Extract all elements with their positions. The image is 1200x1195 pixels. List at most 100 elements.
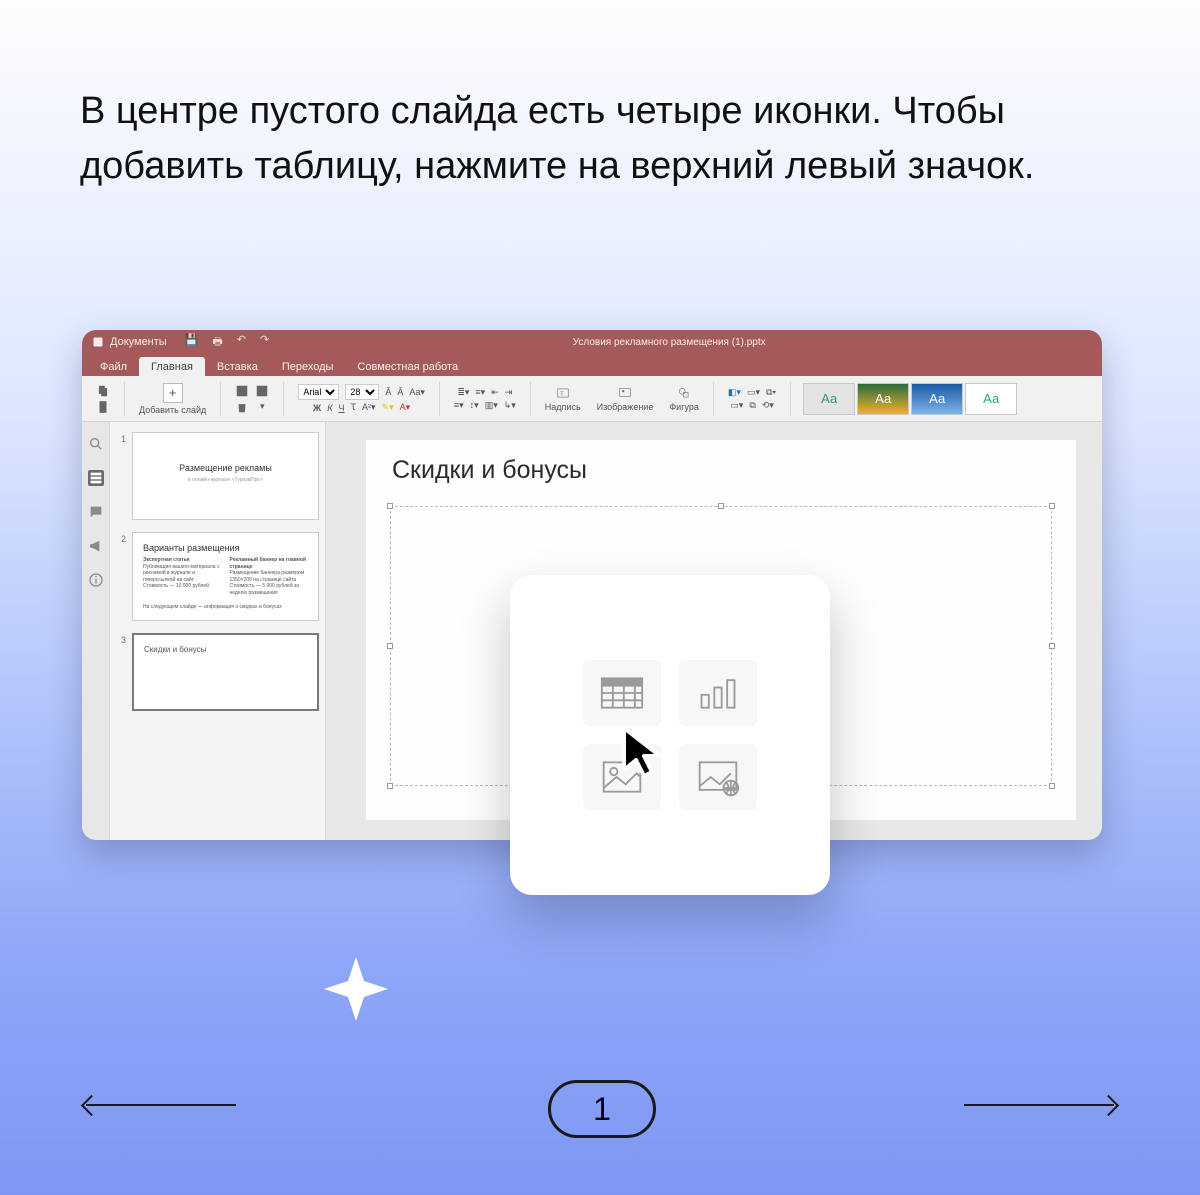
increase-font-icon[interactable]: Â bbox=[385, 387, 391, 397]
resize-handle[interactable] bbox=[387, 783, 393, 789]
ribbon: + Добавить слайд ▾ Arial 28 Â Ă Aa▾ bbox=[82, 376, 1102, 422]
resize-handle[interactable] bbox=[387, 643, 393, 649]
align-obj-icon[interactable]: ⧉▾ bbox=[766, 387, 776, 398]
menu-transitions[interactable]: Переходы bbox=[270, 357, 346, 376]
arrange-icon[interactable]: ▭▾ bbox=[747, 387, 760, 398]
thumbnails-panel: 1 Размещение рекламы в онлайн-журнале «Т… bbox=[110, 422, 326, 840]
separator bbox=[713, 382, 714, 416]
menu-home[interactable]: Главная bbox=[139, 357, 205, 376]
bullets-icon[interactable]: ≣▾ bbox=[457, 387, 469, 398]
indent-inc-icon[interactable]: ⇥ bbox=[505, 387, 513, 398]
chart-icon bbox=[696, 673, 740, 713]
insert-table-button[interactable] bbox=[583, 660, 661, 726]
menubar: Файл Главная Вставка Переходы Совместная… bbox=[82, 354, 1102, 376]
ribbon-add-slide[interactable]: + Добавить слайд bbox=[133, 381, 212, 417]
superscript-icon[interactable]: A²▾ bbox=[362, 402, 376, 413]
ribbon-image[interactable]: Изображение bbox=[591, 384, 660, 414]
sparkle-icon bbox=[320, 953, 392, 1025]
thumb-col-header: Экспертная статья bbox=[143, 557, 190, 563]
ribbon-shape[interactable]: Фигура bbox=[663, 384, 705, 414]
change-case-icon[interactable]: Aa▾ bbox=[409, 387, 425, 398]
numbering-icon[interactable]: ≡▾ bbox=[475, 387, 485, 398]
ribbon-textbox[interactable]: T Надпись bbox=[539, 384, 587, 414]
resize-handle[interactable] bbox=[1049, 503, 1055, 509]
textbox-icon: T bbox=[556, 386, 570, 400]
menu-insert[interactable]: Вставка bbox=[205, 357, 270, 376]
theme-option-2[interactable]: Аа bbox=[857, 383, 909, 415]
thumb-col-body: Публикация вашего материала с рекламой в… bbox=[143, 564, 219, 583]
font-color-icon[interactable]: A▾ bbox=[400, 402, 411, 413]
quick-access-toolbar: 💾 🖶 ↶ ↷ bbox=[185, 333, 270, 352]
thumb-col-header: Рекламный баннер на главной странице bbox=[230, 557, 306, 570]
menu-collab[interactable]: Совместная работа bbox=[345, 357, 470, 376]
shape-icon bbox=[677, 386, 691, 400]
undo-icon[interactable]: ↶ bbox=[237, 333, 246, 352]
ribbon-paragraph: ≣▾ ≡▾ ⇤ ⇥ ≡▾ ↕▾ ▥▾ ↳▾ bbox=[448, 385, 522, 413]
indent-dec-icon[interactable]: ⇤ bbox=[491, 387, 499, 398]
bold-button[interactable]: Ж bbox=[313, 403, 321, 413]
theme-option-4[interactable]: Аа bbox=[965, 383, 1017, 415]
app-brand: Документы bbox=[92, 336, 167, 348]
trash-icon[interactable] bbox=[235, 400, 249, 414]
ribbon-layout-group: ▾ bbox=[229, 382, 275, 416]
rotate-icon[interactable]: ⟲▾ bbox=[762, 400, 774, 411]
ribbon-fill-group: ◧▾ ▭▾ ⧉▾ ▭▾ ⧉ ⟲▾ bbox=[722, 385, 782, 413]
side-rail bbox=[82, 422, 110, 840]
info-icon[interactable] bbox=[88, 572, 104, 588]
image-label: Изображение bbox=[597, 402, 654, 412]
svg-text:T: T bbox=[560, 391, 564, 397]
font-size-select[interactable]: 28 bbox=[345, 384, 379, 400]
save-icon[interactable]: 💾 bbox=[185, 333, 199, 352]
slide-title[interactable]: Скидки и бонусы bbox=[392, 456, 587, 485]
resize-handle[interactable] bbox=[1049, 783, 1055, 789]
redo-icon[interactable]: ↷ bbox=[260, 333, 269, 352]
print-icon[interactable]: 🖶 bbox=[212, 333, 222, 352]
app-icon bbox=[92, 336, 104, 348]
thumb-col-body: Размещение баннера размером 1350×200 на … bbox=[230, 570, 305, 583]
separator bbox=[220, 382, 221, 416]
online-image-icon bbox=[696, 757, 740, 797]
line-spacing-icon[interactable]: ↕▾ bbox=[470, 400, 479, 411]
group-icon[interactable]: ⧉ bbox=[749, 400, 755, 411]
columns-icon[interactable]: ▥▾ bbox=[485, 400, 498, 411]
font-family-select[interactable]: Arial bbox=[298, 384, 339, 400]
insert-online-image-button[interactable] bbox=[679, 744, 757, 810]
layout-icon[interactable] bbox=[235, 384, 249, 398]
paste-icon[interactable] bbox=[96, 400, 110, 414]
text-direction-icon[interactable]: ↳▾ bbox=[504, 400, 516, 411]
add-slide-icon[interactable]: + bbox=[163, 383, 183, 403]
theme-option-3[interactable]: Аа bbox=[911, 383, 963, 415]
thumbnail-1[interactable]: 1 Размещение рекламы в онлайн-журнале «Т… bbox=[116, 432, 319, 520]
next-arrow[interactable] bbox=[964, 1104, 1114, 1106]
thumbnail-2[interactable]: 2 Варианты размещения Экспертная статья … bbox=[116, 532, 319, 621]
theme-option-1[interactable]: Аа bbox=[803, 383, 855, 415]
thumb-subtitle: в онлайн-журнале «ТуризмПро» bbox=[143, 477, 308, 483]
decrease-font-icon[interactable]: Ă bbox=[397, 387, 403, 397]
align-icon[interactable]: ≡▾ bbox=[454, 400, 464, 411]
search-icon[interactable] bbox=[88, 436, 104, 452]
insert-chart-button[interactable] bbox=[679, 660, 757, 726]
resize-handle[interactable] bbox=[718, 503, 724, 509]
strike-button[interactable]: Ꚍ bbox=[351, 402, 357, 413]
textbox-label: Надпись bbox=[545, 402, 581, 412]
fill-color-icon[interactable]: ◧▾ bbox=[728, 387, 741, 398]
add-slide-label: Добавить слайд bbox=[139, 405, 206, 415]
highlight-icon[interactable]: ✎▾ bbox=[382, 402, 394, 413]
resize-handle[interactable] bbox=[387, 503, 393, 509]
italic-button[interactable]: К bbox=[327, 403, 332, 413]
menu-file[interactable]: Файл bbox=[88, 357, 139, 376]
thumb-title: Размещение рекламы bbox=[143, 463, 308, 473]
prev-arrow[interactable] bbox=[86, 1104, 236, 1106]
comments-icon[interactable] bbox=[88, 504, 104, 520]
feedback-icon[interactable] bbox=[88, 538, 104, 554]
outline-icon[interactable]: ▭▾ bbox=[730, 400, 743, 411]
crop-icon[interactable]: ▾ bbox=[255, 400, 269, 414]
thumb-number: 3 bbox=[116, 633, 126, 711]
copy-icon[interactable] bbox=[96, 384, 110, 398]
separator bbox=[790, 382, 791, 416]
resize-handle[interactable] bbox=[1049, 643, 1055, 649]
slides-panel-icon[interactable] bbox=[88, 470, 104, 486]
reset-icon[interactable] bbox=[255, 384, 269, 398]
thumbnail-3[interactable]: 3 Скидки и бонусы bbox=[116, 633, 319, 711]
underline-button[interactable]: Ч bbox=[339, 403, 345, 413]
